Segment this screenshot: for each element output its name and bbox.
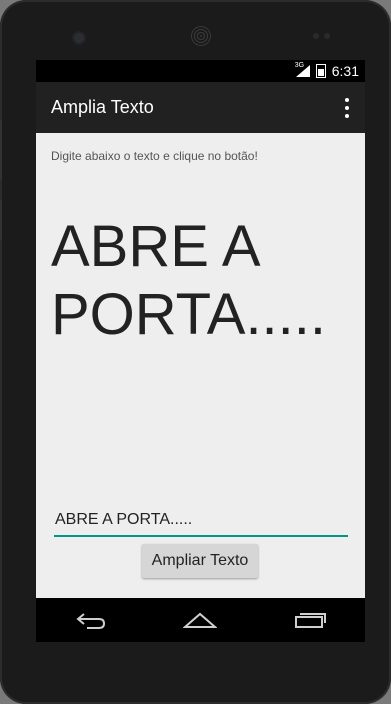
instruction-text: Digite abaixo o texto e clique no botão! (51, 149, 258, 163)
enlarged-text: ABRE A PORTA..... (51, 214, 327, 347)
action-bar: Amplia Texto (36, 82, 365, 133)
front-camera (74, 33, 84, 43)
main-content: Digite abaixo o texto e clique no botão!… (36, 133, 365, 598)
enlarge-text-button[interactable]: Ampliar Texto (142, 544, 258, 578)
recent-apps-icon[interactable] (290, 605, 330, 635)
light-sensor (324, 33, 330, 39)
clock: 6:31 (331, 63, 359, 79)
phone-frame: 3G 6:31 Amplia Texto Digite abaixo o tex… (0, 0, 391, 704)
volume-button (0, 120, 2, 180)
home-icon[interactable] (180, 605, 220, 635)
network-type: 3G (294, 62, 305, 69)
signal-icon: 3G (294, 62, 310, 77)
back-icon[interactable] (71, 605, 111, 635)
proximity-sensor (313, 33, 319, 39)
battery-icon (315, 64, 326, 78)
earpiece-speaker (191, 26, 211, 46)
power-button (0, 200, 2, 240)
screen: 3G 6:31 Amplia Texto Digite abaixo o tex… (36, 60, 365, 642)
status-bar: 3G 6:31 (36, 60, 365, 82)
more-vert-icon[interactable] (343, 98, 351, 118)
text-input[interactable] (54, 505, 348, 537)
navigation-bar (36, 598, 365, 642)
app-title: Amplia Texto (51, 97, 154, 117)
